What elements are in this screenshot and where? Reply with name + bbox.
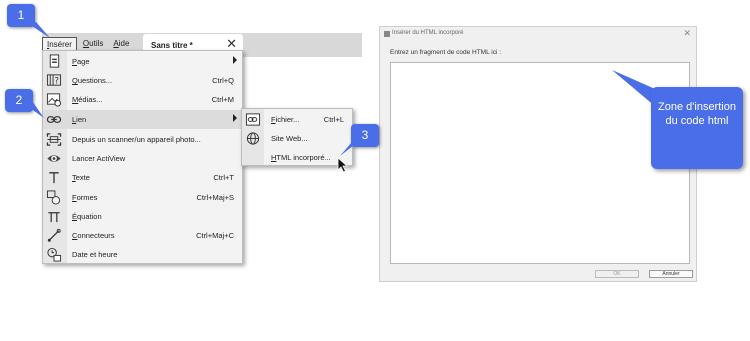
- menu-item-texte[interactable]: Texte Ctrl+T: [43, 168, 242, 187]
- menu-item-medias[interactable]: Médias... Ctrl+M: [43, 90, 242, 109]
- badge-1-pointer: [26, 22, 50, 38]
- globe-icon: [246, 132, 260, 145]
- badge-2-pointer: [30, 98, 44, 118]
- menu-item-scanner[interactable]: Depuis un scanner/un appareil photo...: [43, 130, 242, 149]
- link-icon: [46, 116, 62, 123]
- text-icon: [49, 172, 59, 184]
- image-icon: [46, 93, 62, 107]
- menu-item-connecteurs[interactable]: Connecteurs Ctrl+Maj+C: [43, 226, 242, 245]
- menu-item-shortcut: Ctrl+Q: [212, 76, 234, 85]
- menu-item-shortcut: Ctrl+Maj+S: [196, 193, 234, 202]
- menu-item-label: Date et heure: [72, 250, 118, 259]
- dialog-prompt: Entrez un fragment de code HTML ici :: [390, 49, 502, 56]
- menu-item-questions[interactable]: ? Questions... Ctrl+Q: [43, 71, 242, 90]
- submenu-arrow-icon: [233, 56, 237, 64]
- step-badge-2: 2: [5, 89, 33, 112]
- menu-item-label: Lien: [72, 115, 87, 124]
- menu-item-shortcut: Ctrl+M: [211, 95, 234, 104]
- submenu-item-shortcut: Ctrl+L: [323, 115, 344, 124]
- ok-button[interactable]: OK: [595, 270, 639, 278]
- menu-item-page[interactable]: Page: [43, 52, 242, 71]
- menu-item-label: Équation: [72, 212, 102, 221]
- menu-item-shortcut: Ctrl+T: [213, 173, 234, 182]
- menu-item-label: Formes: [72, 193, 98, 202]
- menu-item-label: Lancer ActiView: [72, 154, 126, 163]
- menu-item-label: Texte: [72, 173, 90, 182]
- clock-stamp-icon: [47, 247, 62, 262]
- menu-item-lien[interactable]: Lien: [43, 110, 242, 129]
- mouse-cursor-icon: [337, 157, 349, 173]
- dialog-close-icon[interactable]: ✕: [683, 28, 691, 39]
- menu-item-actiview[interactable]: Lancer ActiView: [43, 149, 242, 168]
- menu-item-label: Connecteurs: [72, 231, 115, 240]
- questions-icon: ?: [46, 74, 62, 86]
- menu-item-label: Depuis un scanner/un appareil photo...: [72, 135, 201, 144]
- dialog-title: Insérer du HTML incorporé: [392, 30, 464, 36]
- svg-text:?: ?: [54, 75, 58, 85]
- menu-item-label: Médias...: [72, 95, 103, 104]
- connector-icon: [47, 228, 61, 242]
- menu-item-equation[interactable]: Équation: [43, 207, 242, 226]
- scanner-icon: [46, 133, 62, 146]
- submenu-item-site-web[interactable]: Site Web...: [242, 129, 352, 148]
- shapes-icon: [46, 190, 61, 205]
- insert-menu: Page ? Questions... Ctrl+Q Médias... Ctr…: [42, 50, 243, 264]
- menu-item-shortcut: Ctrl+Maj+C: [196, 231, 234, 240]
- pi-icon: [48, 212, 60, 223]
- document-title: Sans titre *: [151, 41, 193, 50]
- badge-3-pointer: [340, 142, 358, 156]
- submenu-item-label: Site Web...: [271, 134, 308, 143]
- menu-item-formes[interactable]: Formes Ctrl+Maj+S: [43, 188, 242, 207]
- submenu-arrow-icon: [233, 114, 237, 122]
- menu-item-label: Page: [72, 57, 90, 66]
- embed-html-dialog: Insérer du HTML incorporé ✕ Entrez un fr…: [379, 26, 697, 282]
- menu-item-date-heure[interactable]: Date et heure: [43, 245, 242, 264]
- submenu-item-label: Fichier...: [271, 115, 300, 124]
- menu-item-label: Questions...: [72, 76, 113, 85]
- submenu-item-fichier[interactable]: Fichier... Ctrl+L: [242, 110, 352, 129]
- submenu-item-label: HTML incorporé...: [271, 153, 331, 162]
- submenu-item-html-incorpore[interactable]: HTML incorporé...: [242, 148, 352, 167]
- eye-icon: [47, 155, 61, 162]
- cancel-button[interactable]: Annuler: [649, 270, 693, 278]
- insertion-zone-callout: Zone d'insertion du code html: [651, 87, 743, 169]
- page-icon: [49, 54, 60, 68]
- file-link-icon: [245, 113, 261, 126]
- app-icon: [384, 31, 390, 37]
